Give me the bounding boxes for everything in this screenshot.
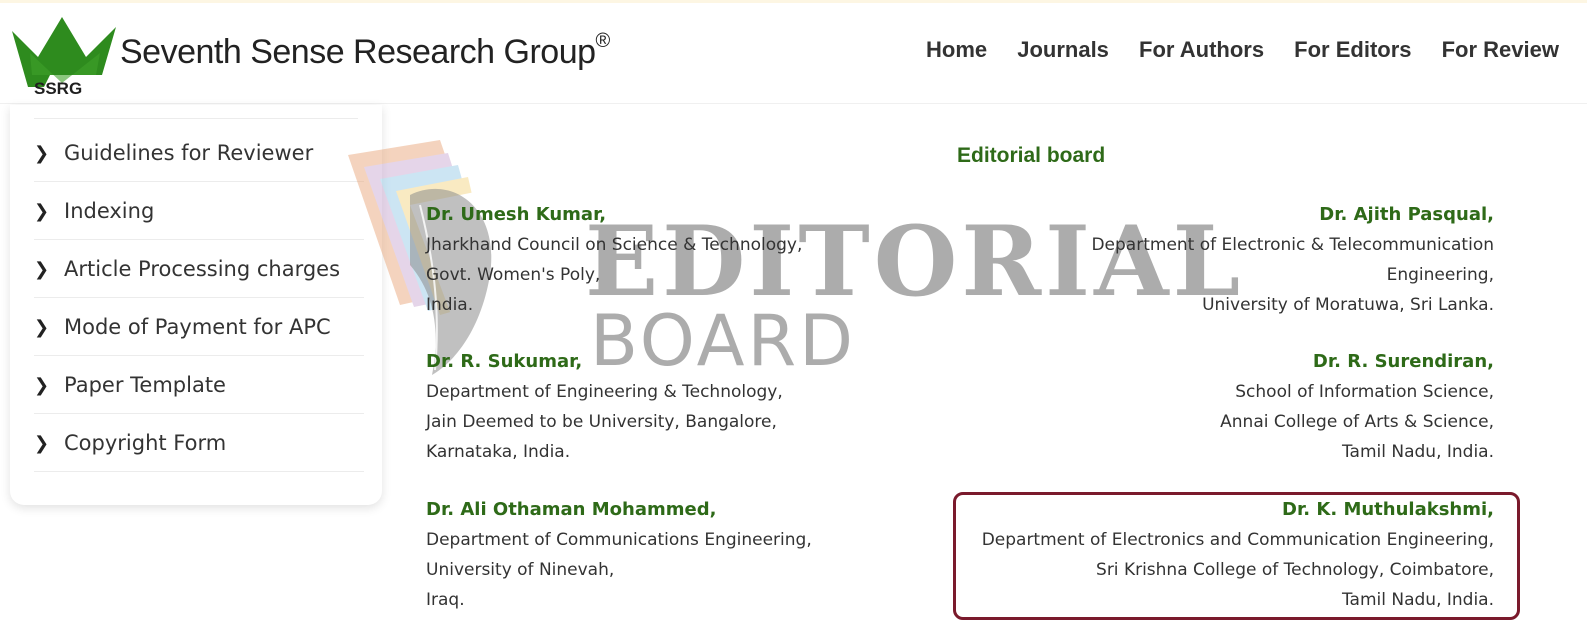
editor-affiliation-line: India. <box>426 295 474 315</box>
editor-affiliation-line: Department of Communications Engineering… <box>426 530 812 550</box>
editor-name: Dr. K. Muthulakshmi, <box>1282 499 1494 520</box>
nav-journals[interactable]: Journals <box>1017 37 1109 63</box>
site-title[interactable]: Seventh Sense Research Group® <box>120 29 611 72</box>
editor-affiliation-line: Tamil Nadu, India. <box>1341 590 1494 610</box>
sidebar-item-article-processing-charges[interactable]: ❯ Article Processing charges <box>34 241 364 298</box>
editor-card-r-sukumar: Dr. R. Sukumar, Department of Engineerin… <box>426 347 783 467</box>
editor-affiliation-line: University of Moratuwa, Sri Lanka. <box>1202 295 1494 315</box>
sidebar-item-copyright-form[interactable]: ❯ Copyright Form <box>34 415 364 472</box>
editor-name: Dr. Ajith Pasqual, <box>1319 204 1494 225</box>
sidebar-item-indexing[interactable]: ❯ Indexing <box>34 183 364 240</box>
editor-affiliation-line: Iraq. <box>426 590 465 610</box>
chevron-right-icon: ❯ <box>34 316 50 338</box>
nav-for-editors[interactable]: For Editors <box>1294 37 1411 63</box>
editor-affiliation-line: University of Ninevah, <box>426 560 615 580</box>
editor-affiliation-line: Annai College of Arts & Science, <box>1220 412 1494 432</box>
sidebar-item-label: Paper Template <box>64 373 226 397</box>
editor-affiliation-line: School of Information Science, <box>1235 382 1494 402</box>
editor-affiliation-line: Engineering, <box>1386 265 1494 285</box>
editor-card-umesh-kumar: Dr. Umesh Kumar, Jharkhand Council on Sc… <box>426 200 802 320</box>
nav-for-reviewers[interactable]: For Review <box>1442 37 1559 63</box>
editor-affiliation-line: Jain Deemed to be University, Bangalore, <box>426 412 777 432</box>
logo-abbreviation: SSRG <box>34 79 83 98</box>
chevron-right-icon: ❯ <box>34 200 50 222</box>
editor-name: Dr. R. Surendiran, <box>1312 351 1494 372</box>
sidebar-item-paper-template[interactable]: ❯ Paper Template <box>34 357 364 414</box>
editor-name: Dr. Umesh Kumar, <box>426 204 607 225</box>
main-nav: Home Journals For Authors For Editors Fo… <box>926 37 1584 63</box>
editor-card-ali-othaman-mohammed: Dr. Ali Othaman Mohammed, Department of … <box>426 495 812 615</box>
chevron-right-icon: ❯ <box>34 374 50 396</box>
sidebar-item-label: Guidelines for Reviewer <box>64 141 314 165</box>
editor-card-ajith-pasqual: Dr. Ajith Pasqual, Department of Electro… <box>1091 200 1494 320</box>
editor-affiliation-line: Department of Electronics and Communicat… <box>981 530 1494 550</box>
editor-affiliation-line: Department of Engineering & Technology, <box>426 382 783 402</box>
site-header: SSRG Seventh Sense Research Group® Home … <box>0 3 1587 104</box>
sidebar-item-label: Indexing <box>64 199 155 223</box>
editor-name: Dr. R. Sukumar, <box>426 351 583 372</box>
editor-card-r-surendiran: Dr. R. Surendiran, School of Information… <box>1220 347 1494 467</box>
chevron-right-icon: ❯ <box>34 432 50 454</box>
registered-mark: ® <box>595 29 611 52</box>
editor-card-k-muthulakshmi: Dr. K. Muthulakshmi, Department of Elect… <box>982 495 1494 615</box>
chevron-right-icon: ❯ <box>34 142 50 164</box>
editor-affiliation-line: Department of Electronic & Telecommunica… <box>1091 235 1494 255</box>
sidebar-item-mode-of-payment[interactable]: ❯ Mode of Payment for APC <box>34 299 364 356</box>
site-title-text: Seventh Sense Research Group <box>120 33 596 71</box>
sidebar-menu: ❯ Guidelines for Reviewer ❯ Indexing ❯ A… <box>10 105 382 505</box>
editor-affiliation-line: Sri Krishna College of Technology, Coimb… <box>1096 560 1494 580</box>
editor-affiliation-line: Karnataka, India. <box>426 442 571 462</box>
nav-home[interactable]: Home <box>926 37 987 63</box>
nav-for-authors[interactable]: For Authors <box>1139 37 1264 63</box>
editor-affiliation-line: Govt. Women's Poly, <box>426 265 601 285</box>
editor-affiliation-line: Tamil Nadu, India. <box>1341 442 1494 462</box>
chevron-right-icon: ❯ <box>34 258 50 280</box>
sidebar-item-label: Article Processing charges <box>64 257 341 281</box>
sidebar-item-label: Mode of Payment for APC <box>64 315 331 339</box>
sidebar-item-label: Copyright Form <box>64 431 227 455</box>
sidebar-divider <box>34 118 358 119</box>
editor-name: Dr. Ali Othaman Mohammed, <box>426 499 717 520</box>
editor-affiliation-line: Jharkhand Council on Science & Technolog… <box>426 235 803 255</box>
editorial-board-heading: Editorial board <box>957 144 1106 167</box>
sidebar-item-guidelines-for-reviewer[interactable]: ❯ Guidelines for Reviewer <box>34 125 364 182</box>
